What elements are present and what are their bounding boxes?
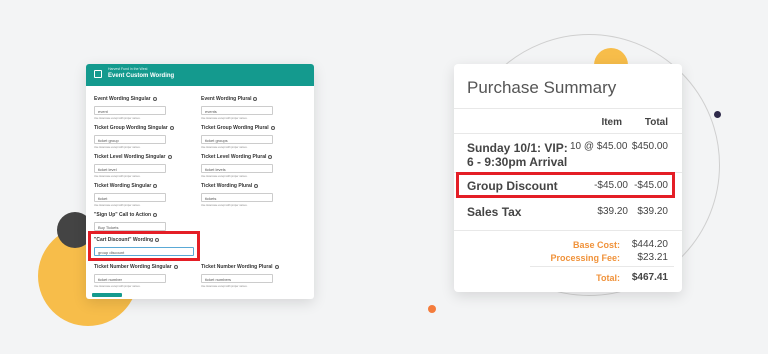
info-icon[interactable] [274,264,279,269]
ticket-number-singular-input[interactable]: ticket number [94,274,166,283]
processing-fee-label: Processing Fee: [550,253,620,263]
line-item-total: $450.00 [631,141,668,152]
field-ticket-number-plural: Ticket Number Wording Plural ticket numb… [201,264,279,288]
sales-tax-name: Sales Tax [467,205,522,219]
field-label: Ticket Group Wording Plural [201,125,269,131]
ticket-group-plural-input[interactable]: ticket groups [201,135,273,144]
field-label: Event Wording Plural [201,96,252,102]
field-ticket-group-plural: Ticket Group Wording Plural ticket group… [201,125,275,149]
edit-icon [94,70,102,78]
line-item-qty-price: 10 @ $45.00 [570,141,628,152]
field-ticket-number-singular: Ticket Number Wording Singular ticket nu… [94,264,178,288]
field-ticket-plural: Ticket Wording Plural tickets Use lowerc… [201,183,273,207]
info-icon[interactable] [254,183,259,188]
divider [454,230,682,231]
info-icon[interactable] [268,154,273,159]
helper-text: Use lowercase except with proper names. [201,116,248,120]
ticket-level-plural-input[interactable]: ticket levels [201,164,273,173]
field-ticket-group-singular: Ticket Group Wording Singular ticket gro… [94,125,174,149]
base-cost-value: $444.20 [631,239,668,250]
helper-text: Use lowercase except with proper names. [201,174,248,178]
helper-text: Use lowercase except with proper names. [94,203,141,207]
field-label: Ticket Number Wording Singular [94,264,172,270]
info-icon[interactable] [153,212,158,217]
breadcrumb[interactable]: Harvest Fund in the West [108,67,147,71]
field-sign-up-cta: "Sign Up" Call to Action Buy Tickets [94,212,166,231]
decorative-dark-dot [714,111,721,118]
field-label: Ticket Wording Plural [201,183,253,189]
field-label: Ticket Number Wording Plural [201,264,273,270]
helper-text: Use lowercase except with proper names. [94,284,141,288]
discount-highlight [456,172,675,198]
helper-text: Use lowercase except with proper names. [94,174,141,178]
sign-up-cta-input[interactable]: Buy Tickets [94,222,166,231]
base-cost-label: Base Cost: [572,240,620,250]
info-icon[interactable] [169,125,174,130]
field-event-singular: Event Wording Singular event Use lowerca… [94,96,166,120]
ticket-level-singular-input[interactable]: ticket level [94,164,166,173]
cart-discount-highlight [88,231,200,261]
line-item-name: Sunday 10/1: VIP: 6 - 9:30pm Arrival [467,141,568,169]
ticket-number-plural-input[interactable]: ticket numbers [201,274,273,283]
form-title: Event Custom Wording [108,73,175,79]
field-label: Ticket Level Wording Singular [94,154,166,160]
summary-title: Purchase Summary [467,78,617,97]
info-icon[interactable] [152,96,157,101]
ticket-plural-input[interactable]: tickets [201,193,273,202]
event-singular-input[interactable]: event [94,106,166,115]
field-label: Event Wording Singular [94,96,151,102]
field-event-plural: Event Wording Plural events Use lowercas… [201,96,273,120]
field-label: Ticket Level Wording Plural [201,154,267,160]
info-icon[interactable] [270,125,275,130]
field-ticket-level-singular: Ticket Level Wording Singular ticket lev… [94,154,172,178]
ticket-singular-input[interactable]: ticket [94,193,166,202]
helper-text: Use lowercase except with proper names. [201,203,248,207]
event-plural-input[interactable]: events [201,106,273,115]
info-icon[interactable] [173,264,178,269]
total-label: Total: [596,273,620,283]
field-label: Ticket Wording Singular [94,183,152,189]
column-total-header: Total [644,117,668,128]
divider [454,133,682,134]
helper-text: Use lowercase except with proper names. [201,284,248,288]
helper-text: Use lowercase except with proper names. [94,116,141,120]
info-icon[interactable] [167,154,172,159]
field-label: "Sign Up" Call to Action [94,212,152,218]
ticket-group-singular-input[interactable]: ticket group [94,135,166,144]
column-item-header: Item [601,117,622,128]
form-header: Harvest Fund in the West Event Custom Wo… [86,64,314,86]
info-icon[interactable] [153,183,158,188]
divider [454,108,682,109]
processing-fee-value: $23.21 [637,252,668,263]
sales-tax-total: $39.20 [637,206,668,217]
sales-tax-item: $39.20 [597,206,628,217]
save-button[interactable] [92,293,122,297]
field-ticket-singular: Ticket Wording Singular ticket Use lower… [94,183,166,207]
total-value: $467.41 [631,272,668,283]
helper-text: Use lowercase except with proper names. [94,145,141,149]
divider [530,266,674,267]
decorative-orange-dot [428,305,436,313]
field-label: Ticket Group Wording Singular [94,125,168,131]
helper-text: Use lowercase except with proper names. [201,145,248,149]
field-ticket-level-plural: Ticket Level Wording Plural ticket level… [201,154,273,178]
info-icon[interactable] [253,96,258,101]
